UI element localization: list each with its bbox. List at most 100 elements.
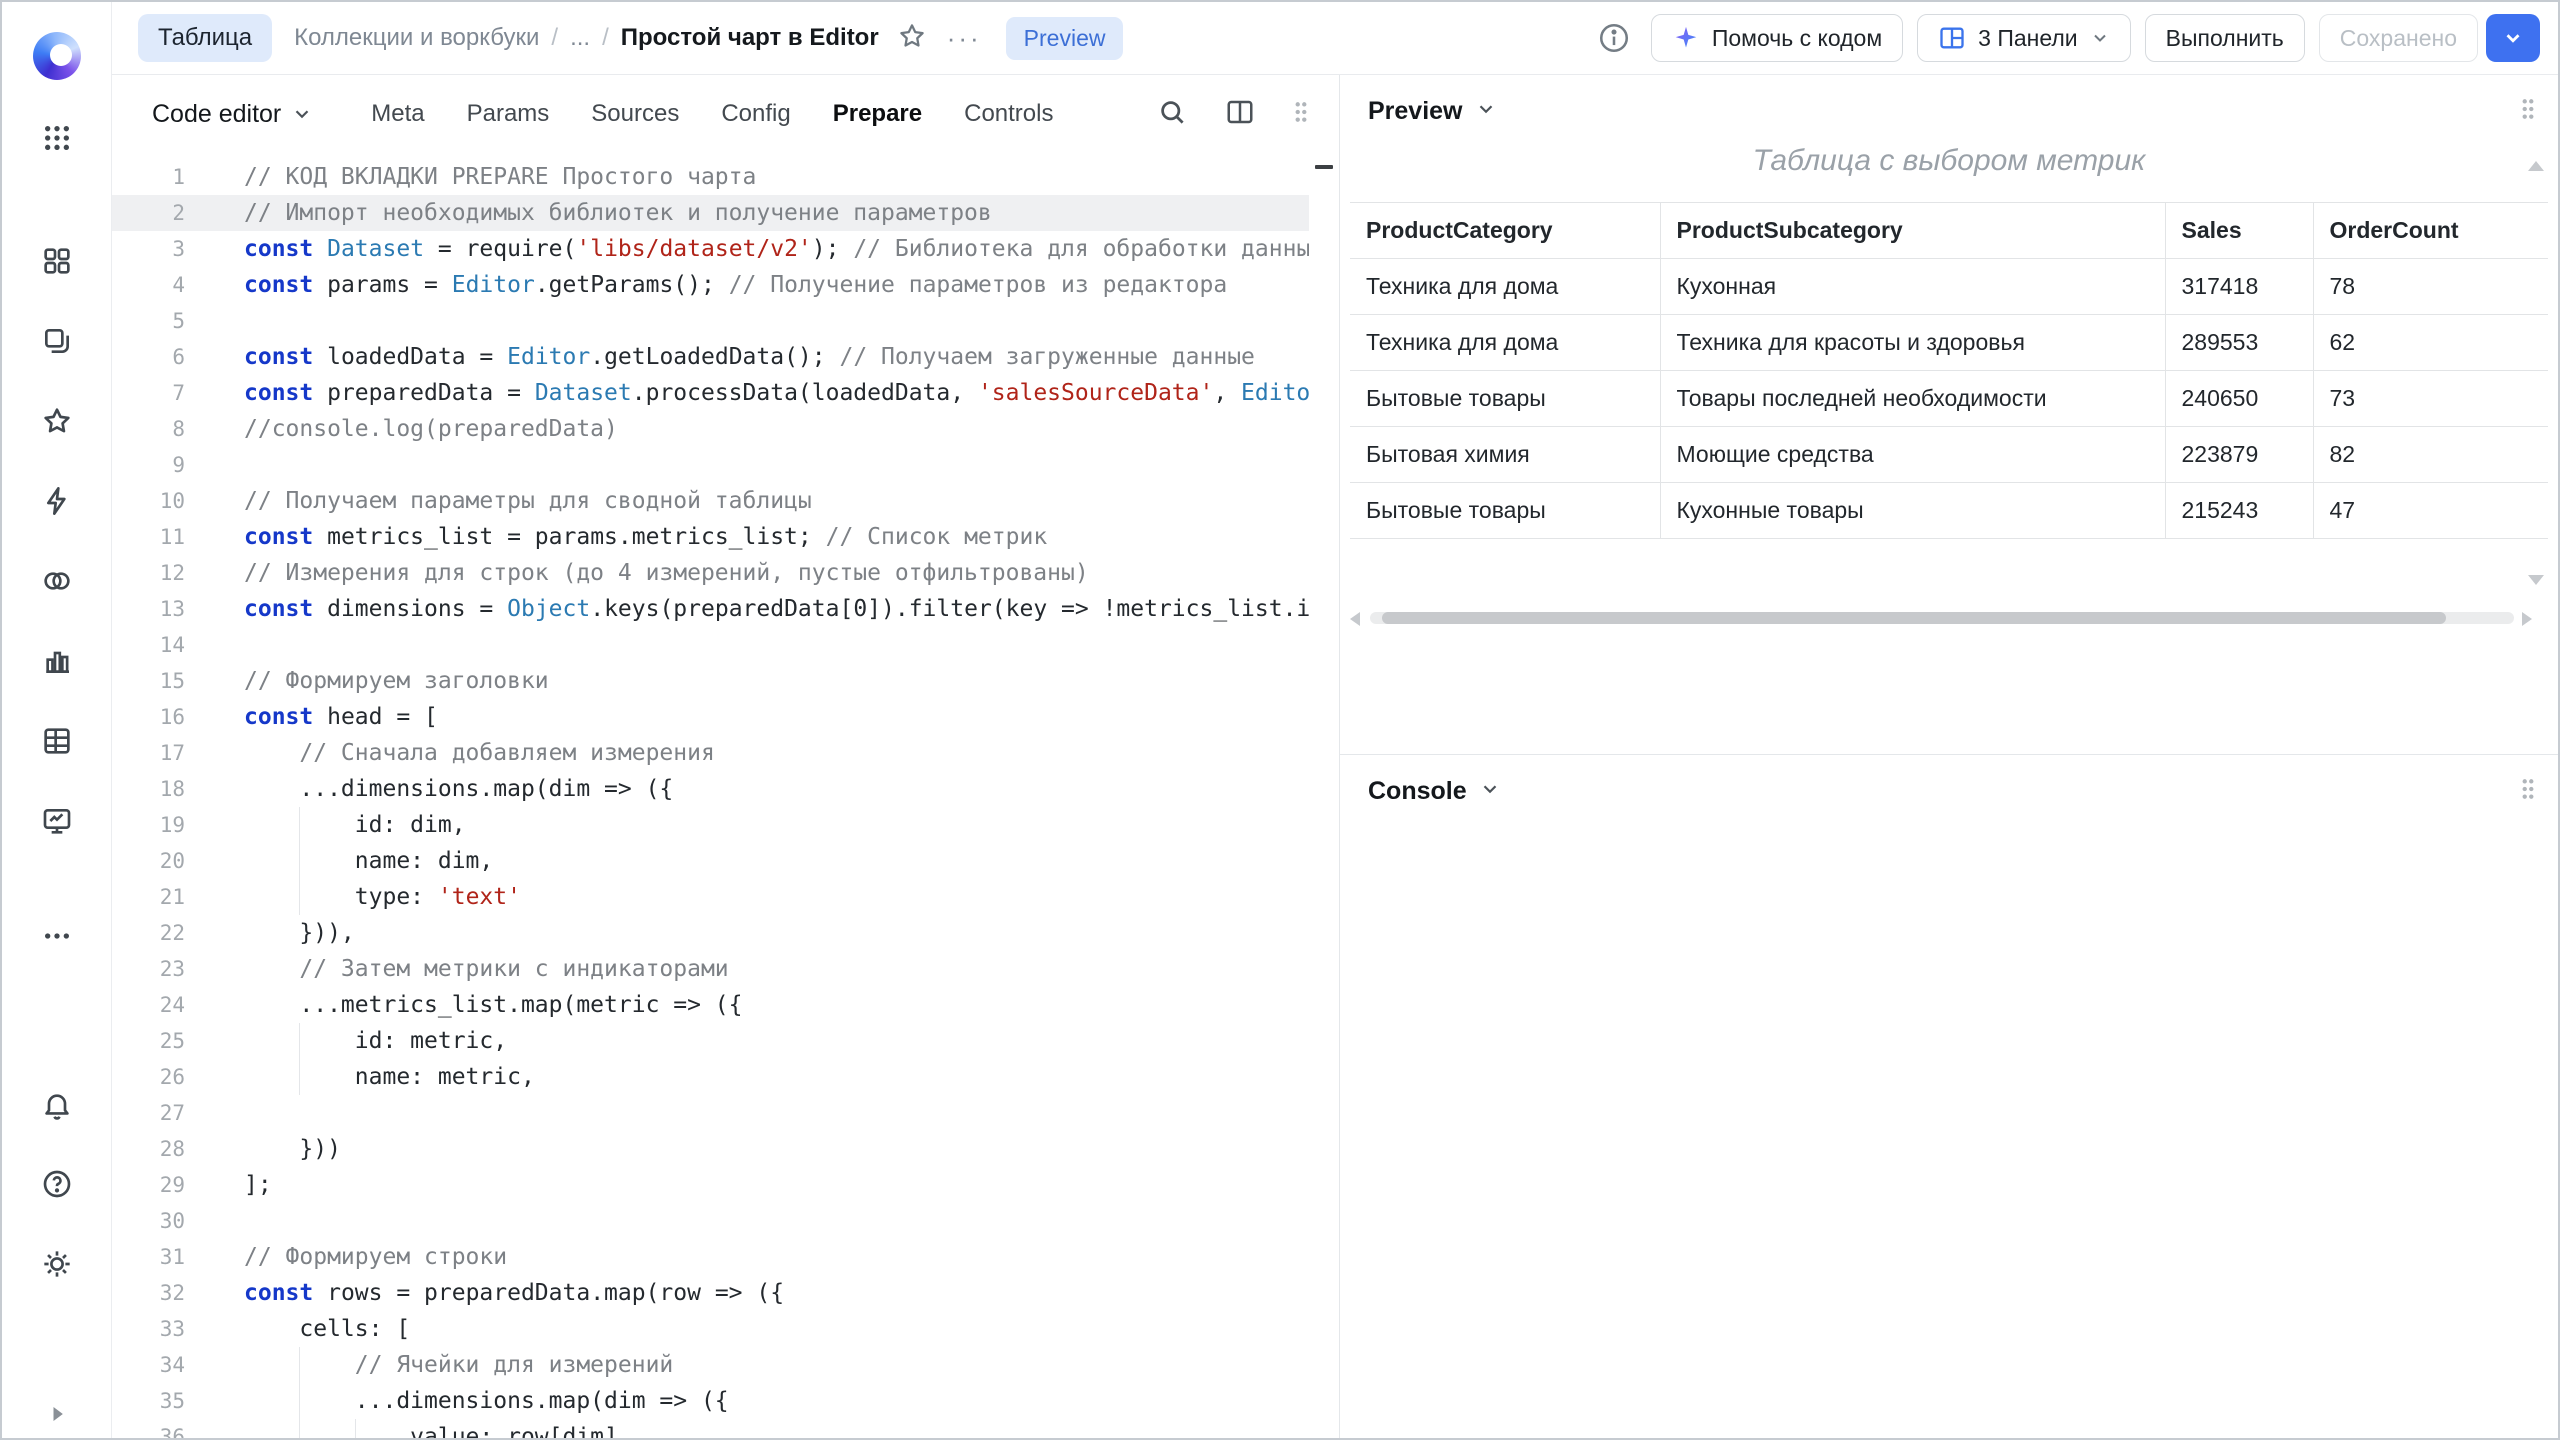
code-line[interactable]: 34 // Ячейки для измерений [112,1347,1339,1383]
code-line[interactable]: 11const metrics_list = params.metrics_li… [112,519,1339,555]
tab-config[interactable]: Config [721,94,790,134]
drag-handle-icon[interactable] [2520,777,2536,806]
code-line[interactable]: 23 // Затем метрики с индикаторами [112,951,1339,987]
code-line[interactable]: 6const loadedData = Editor.getLoadedData… [112,339,1339,375]
line-number: 3 [112,231,185,267]
code-area[interactable]: 1// КОД ВКЛАДКИ PREPARE Простого чарта2/… [112,153,1339,1438]
line-number: 9 [112,447,185,483]
datalens-logo[interactable] [33,32,81,80]
line-number: 1 [112,159,185,195]
line-number: 17 [112,735,185,771]
charts-icon[interactable] [41,645,73,677]
preview-collapse-chevron[interactable] [1475,98,1497,125]
drag-handle-icon[interactable] [2520,97,2536,126]
code-line[interactable]: 3const Dataset = require('libs/dataset/v… [112,231,1339,267]
notifications-bell-icon[interactable] [41,1089,73,1121]
table-cell: Кухонные товары [1660,483,2165,539]
code-line[interactable]: 31// Формируем строки [112,1239,1339,1275]
code-line[interactable]: 35 ...dimensions.map(dim => ({ [112,1383,1339,1419]
preview-panel: Preview Таблица с выбором метрик Product… [1340,75,2558,754]
breadcrumb-ellipsis[interactable]: ... [570,24,590,52]
code-line[interactable]: 7const preparedData = Dataset.processDat… [112,375,1339,411]
tab-controls[interactable]: Controls [964,94,1053,134]
preview-badge[interactable]: Preview [1006,17,1124,60]
column-header[interactable]: ProductCategory [1350,203,1660,259]
code-line[interactable]: 8//console.log(preparedData) [112,411,1339,447]
info-icon[interactable] [1591,15,1637,61]
help-question-icon[interactable] [41,1168,73,1200]
column-header[interactable]: OrderCount [2313,203,2548,259]
code-line[interactable]: 20 name: dim, [112,843,1339,879]
code-line[interactable]: 27 [112,1095,1339,1131]
code-line[interactable]: 15// Формируем заголовки [112,663,1339,699]
scroll-down-arrow-icon[interactable] [2528,575,2544,585]
code-line[interactable]: 36 value: row[dim], [112,1419,1339,1438]
line-number: 18 [112,771,185,807]
code-line[interactable]: 30 [112,1203,1339,1239]
column-header[interactable]: Sales [2165,203,2313,259]
chevron-down-icon [291,103,313,125]
editor-monitor-icon[interactable] [41,805,73,837]
horizontal-scrollbar[interactable] [1370,612,2514,624]
code-line[interactable]: 26 name: metric, [112,1059,1339,1095]
code-line[interactable]: 1// КОД ВКЛАДКИ PREPARE Простого чарта [112,159,1339,195]
more-ellipsis-icon[interactable] [41,920,73,952]
code-line[interactable]: 33 cells: [ [112,1311,1339,1347]
line-number: 34 [112,1347,185,1383]
split-view-icon[interactable] [1225,97,1255,132]
tables-grid-icon[interactable] [41,725,73,757]
drag-handle-icon[interactable] [1293,100,1309,129]
console-collapse-chevron[interactable] [1479,778,1501,805]
favorites-star-icon[interactable] [41,405,73,437]
code-line[interactable]: 4const params = Editor.getParams(); // П… [112,267,1339,303]
scroll-up-arrow-icon[interactable] [2528,161,2544,171]
saved-button[interactable]: Сохранено [2319,14,2478,62]
code-line[interactable]: 5 [112,303,1339,339]
code-line[interactable]: 9 [112,447,1339,483]
relations-icon[interactable] [41,565,73,597]
code-line[interactable]: 2// Импорт необходимых библиотек и получ… [112,195,1339,231]
column-header[interactable]: ProductSubcategory [1660,203,2165,259]
run-button[interactable]: Выполнить [2145,14,2305,62]
favorite-star-button[interactable] [897,21,927,56]
apps-grid-icon[interactable] [41,122,73,154]
code-line[interactable]: 19 id: dim, [112,807,1339,843]
collections-icon[interactable] [41,325,73,357]
entry-more-menu[interactable]: ··· [947,23,982,54]
code-line[interactable]: 13const dimensions = Object.keys(prepare… [112,591,1339,627]
scroll-right-arrow-icon[interactable] [2522,612,2532,626]
settings-gear-icon[interactable] [41,1248,73,1280]
code-line[interactable]: 32const rows = preparedData.map(row => (… [112,1275,1339,1311]
save-dropdown-button[interactable] [2486,14,2540,62]
table-cell: 62 [2313,315,2548,371]
code-line[interactable]: 25 id: metric, [112,1023,1339,1059]
expand-panel-arrow[interactable] [43,1400,71,1428]
functions-lightning-icon[interactable] [41,485,73,517]
code-line[interactable]: 21 type: 'text' [112,879,1339,915]
panels-dropdown-button[interactable]: 3 Панели [1917,14,2131,62]
code-line[interactable]: 24 ...metrics_list.map(metric => ({ [112,987,1339,1023]
breadcrumb-root[interactable]: Коллекции и воркбуки [294,24,539,52]
tab-sources[interactable]: Sources [591,94,679,134]
code-line[interactable]: 17 // Сначала добавляем измерения [112,735,1339,771]
code-line[interactable]: 14 [112,627,1339,663]
tab-meta[interactable]: Meta [371,94,424,134]
help-with-code-button[interactable]: Помочь с кодом [1651,14,1903,62]
horizontal-scrollbar-thumb[interactable] [1382,612,2446,624]
code-line[interactable]: 28 })) [112,1131,1339,1167]
code-line[interactable]: 29]; [112,1167,1339,1203]
workbooks-icon[interactable] [41,245,73,277]
entry-tab[interactable]: Таблица [138,14,272,62]
tab-prepare[interactable]: Prepare [833,94,922,134]
code-line[interactable]: 18 ...dimensions.map(dim => ({ [112,771,1339,807]
editor-mode-dropdown[interactable]: Code editor [152,100,313,129]
code-line[interactable]: 12// Измерения для строк (до 4 измерений… [112,555,1339,591]
line-number: 32 [112,1275,185,1311]
search-icon[interactable] [1157,97,1187,132]
tab-params[interactable]: Params [467,94,550,134]
code-line[interactable]: 16const head = [ [112,699,1339,735]
code-line[interactable]: 10// Получаем параметры для сводной табл… [112,483,1339,519]
scroll-left-arrow-icon[interactable] [1350,612,1360,626]
code-line[interactable]: 22 })), [112,915,1339,951]
line-number: 27 [112,1095,185,1131]
